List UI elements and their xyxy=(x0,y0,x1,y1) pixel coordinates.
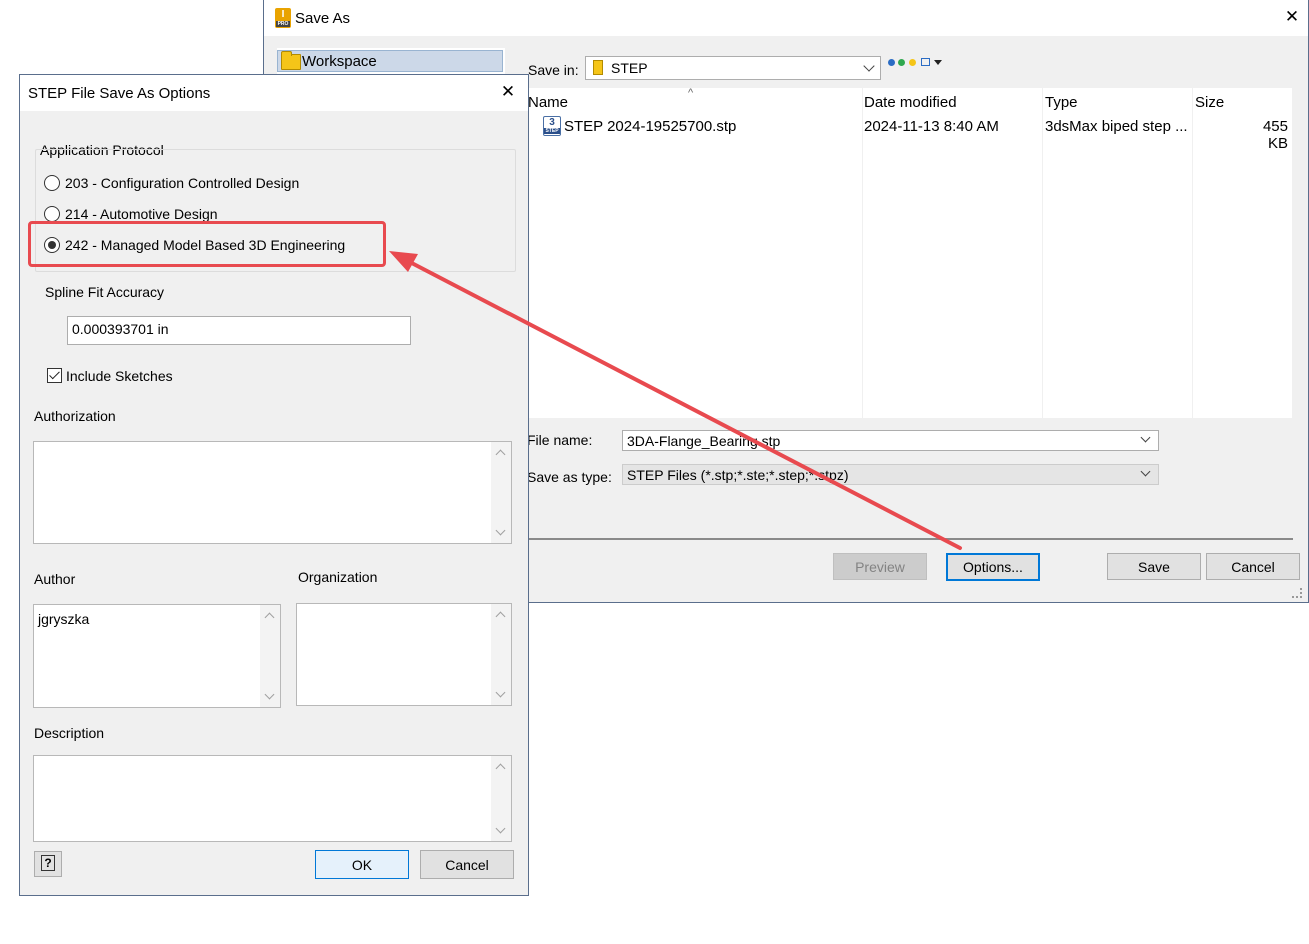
author-textarea[interactable]: jgryszka xyxy=(33,604,281,708)
file-name-label: File name: xyxy=(527,432,593,448)
scroll-up-icon[interactable] xyxy=(495,449,506,460)
sort-ascending-icon: ^ xyxy=(688,87,694,99)
separator xyxy=(529,538,1293,540)
vertical-scrollbar[interactable] xyxy=(491,604,511,705)
checkbox-checked-icon xyxy=(47,368,62,383)
step-options-titlebar: STEP File Save As Options ✕ xyxy=(20,75,528,111)
dialog-cancel-button[interactable]: Cancel xyxy=(420,850,514,879)
file-name-value: 3DA-Flange_Bearing.stp xyxy=(627,433,781,449)
save-as-type-dropdown[interactable]: STEP Files (*.stp;*.ste;*.step;*.stpz) xyxy=(622,464,1159,485)
ok-button[interactable]: OK xyxy=(315,850,409,879)
protocol-label: 214 - Automotive Design xyxy=(65,206,218,222)
scroll-up-icon[interactable] xyxy=(495,763,506,774)
spline-fit-value: 0.000393701 in xyxy=(72,321,169,337)
chevron-down-icon xyxy=(1140,432,1151,443)
column-divider xyxy=(862,88,863,418)
radio-button-icon xyxy=(44,175,60,191)
description-label: Description xyxy=(34,725,105,741)
save-in-value: STEP xyxy=(611,60,648,76)
save-as-title: Save As xyxy=(295,10,351,27)
file-name-input[interactable]: 3DA-Flange_Bearing.stp xyxy=(622,430,1159,451)
up-folder-icon[interactable] xyxy=(898,59,905,66)
column-header-size[interactable]: Size xyxy=(1195,94,1224,111)
spline-fit-input[interactable]: 0.000393701 in xyxy=(67,316,411,345)
column-header-name[interactable]: Name xyxy=(528,94,568,111)
scroll-down-icon[interactable] xyxy=(495,687,506,698)
include-sketches-label: Include Sketches xyxy=(66,368,173,384)
resize-grip-icon[interactable] xyxy=(1292,588,1302,598)
save-in-label: Save in: xyxy=(528,62,579,78)
author-label: Author xyxy=(34,571,76,587)
back-icon[interactable] xyxy=(888,59,895,66)
scroll-down-icon[interactable] xyxy=(495,525,506,536)
authorization-textarea[interactable] xyxy=(33,441,512,544)
scroll-down-icon[interactable] xyxy=(495,823,506,834)
file-name-cell: STEP 2024-19525700.stp xyxy=(564,118,737,135)
include-sketches-checkbox[interactable]: Include Sketches xyxy=(47,367,197,387)
preview-button[interactable]: Preview xyxy=(833,553,927,580)
column-header-type[interactable]: Type xyxy=(1045,94,1078,111)
radio-protocol-203[interactable]: 203 - Configuration Controlled Design xyxy=(44,174,314,194)
spline-fit-label: Spline Fit Accuracy xyxy=(45,284,165,300)
save-as-type-label: Save as type: xyxy=(527,469,612,485)
file-list: Name ^ Date modified Type Size 3 STEP STE… xyxy=(528,87,1292,418)
column-header-date[interactable]: Date modified xyxy=(864,94,957,111)
step-options-close-icon[interactable]: ✕ xyxy=(496,82,520,102)
vertical-scrollbar[interactable] xyxy=(260,605,280,707)
view-menu-icon[interactable] xyxy=(921,58,930,66)
save-as-titlebar: I PRO Save As ✕ xyxy=(264,0,1308,36)
chevron-down-icon xyxy=(863,60,875,72)
options-button[interactable]: Options... xyxy=(946,553,1040,581)
column-divider xyxy=(1042,88,1043,418)
file-type-cell: 3dsMax biped step ... xyxy=(1045,118,1188,135)
folder-icon xyxy=(593,60,603,75)
radio-button-icon xyxy=(44,206,60,222)
checkmark-icon xyxy=(49,368,60,380)
annotation-highlight-box xyxy=(28,221,386,267)
step-options-dialog: STEP File Save As Options ✕ Application … xyxy=(19,74,529,896)
author-value: jgryszka xyxy=(38,611,90,627)
places-item-label: Workspace xyxy=(302,53,377,70)
vertical-scrollbar[interactable] xyxy=(491,756,511,841)
help-icon: ? xyxy=(41,855,55,871)
folder-icon xyxy=(281,51,301,70)
authorization-label: Authorization xyxy=(34,408,116,424)
scroll-up-icon[interactable] xyxy=(264,612,275,623)
file-date-cell: 2024-11-13 8:40 AM xyxy=(864,118,999,135)
protocol-label: 203 - Configuration Controlled Design xyxy=(65,175,300,191)
new-folder-icon[interactable] xyxy=(909,59,916,66)
places-item-workspace[interactable]: Workspace xyxy=(277,50,503,72)
scroll-up-icon[interactable] xyxy=(495,611,506,622)
view-dropdown-arrow-icon[interactable] xyxy=(934,60,942,65)
chevron-down-icon xyxy=(1140,466,1151,477)
vertical-scrollbar[interactable] xyxy=(491,442,511,543)
organization-textarea[interactable] xyxy=(296,603,512,706)
column-divider xyxy=(1192,88,1193,418)
scroll-down-icon[interactable] xyxy=(264,689,275,700)
inventor-app-icon: I PRO xyxy=(275,8,291,28)
cancel-button[interactable]: Cancel xyxy=(1206,553,1300,580)
save-as-type-value: STEP Files (*.stp;*.ste;*.step;*.stpz) xyxy=(627,467,849,483)
file-size-cell: 455 KB xyxy=(1262,118,1288,152)
step-options-title: STEP File Save As Options xyxy=(28,85,211,102)
description-textarea[interactable] xyxy=(33,755,512,842)
save-as-close-icon[interactable]: ✕ xyxy=(1280,7,1304,27)
save-button[interactable]: Save xyxy=(1107,553,1201,580)
step-file-icon: 3 STEP xyxy=(543,116,561,136)
help-button[interactable]: ? xyxy=(34,851,62,877)
organization-label: Organization xyxy=(298,569,378,585)
save-in-dropdown[interactable]: STEP xyxy=(585,56,881,80)
